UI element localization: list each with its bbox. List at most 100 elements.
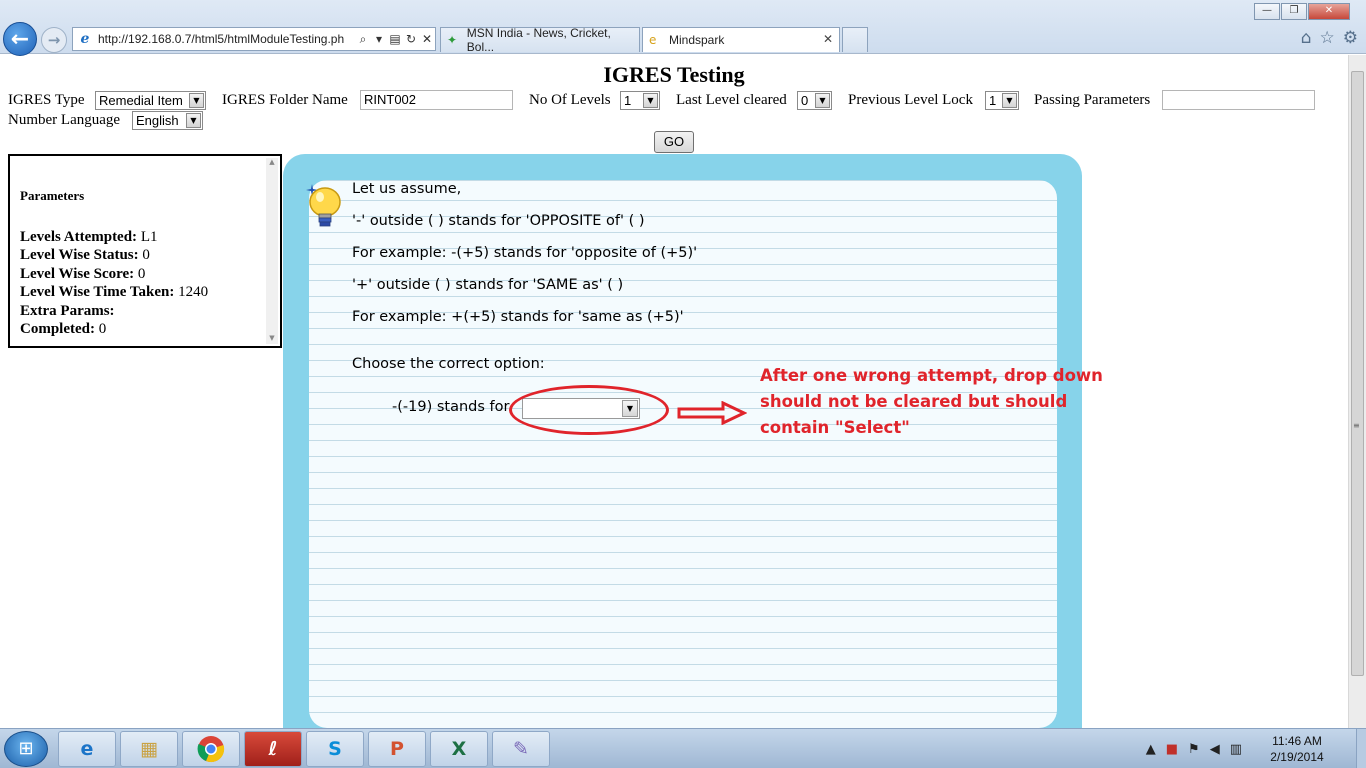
chrome-icon[interactable] (182, 731, 240, 767)
skype-icon[interactable]: S (306, 731, 364, 767)
levels-label: No Of Levels (529, 92, 611, 108)
annotation-text: After one wrong attempt, drop down shoul… (760, 363, 1103, 441)
go-button[interactable]: GO (654, 131, 694, 153)
param-row: Level Wise Score: 0 (20, 265, 208, 283)
chevron-down-icon: ▼ (186, 113, 201, 128)
chevron-up-icon[interactable]: ▲ (1146, 742, 1156, 757)
clock-time: 11:46 AM (1272, 734, 1322, 748)
browser-chrome: — ❐ ✕ ← → e http://192.168.0.7/html5/htm… (0, 0, 1366, 56)
prev-lock-select[interactable]: 1 ▼ (985, 91, 1019, 110)
passing-params-label: Passing Parameters (1034, 92, 1151, 108)
param-key: Levels Attempted: (20, 229, 138, 245)
prev-lock-value: 1 (989, 93, 997, 108)
annotation-ellipse (509, 385, 669, 435)
question-line: '-' outside ( ) stands for 'OPPOSITE of'… (352, 213, 645, 229)
refresh-icon[interactable]: ↻ (403, 32, 419, 46)
number-language-value: English (136, 113, 179, 128)
question-line: For example: +(+5) stands for 'same as (… (352, 309, 684, 325)
param-key: Level Wise Time Taken: (20, 284, 175, 301)
param-key: Completed: (20, 321, 95, 338)
passing-params-input[interactable] (1162, 90, 1315, 110)
folder-name-label: IGRES Folder Name (222, 92, 348, 108)
last-level-value: 0 (801, 93, 809, 108)
new-tab-button[interactable] (842, 27, 868, 52)
file-explorer-icon[interactable]: ▦ (120, 731, 178, 767)
ie-page-icon: e (649, 33, 657, 47)
param-value: L1 (140, 229, 158, 245)
chevron-down-icon: ▼ (815, 93, 830, 108)
close-tab-icon[interactable]: ✕ (823, 32, 833, 46)
back-button[interactable]: ← (3, 22, 37, 56)
parameters-heading: Parameters (20, 188, 85, 203)
msn-icon: ✦ (447, 33, 458, 47)
tab-msn[interactable]: ✦ MSN India - News, Cricket, Bol... (440, 27, 640, 52)
scroll-up-icon[interactable]: ▲ (266, 158, 278, 166)
last-level-select[interactable]: 0 ▼ (797, 91, 832, 110)
levels-select[interactable]: 1 ▼ (620, 91, 660, 110)
annotation-line: After one wrong attempt, drop down (760, 366, 1103, 385)
forward-button[interactable]: → (41, 27, 67, 53)
number-language-select[interactable]: English ▼ (132, 111, 203, 130)
param-value: 0 (142, 247, 150, 264)
speaker-icon[interactable]: ◀ (1210, 742, 1220, 757)
address-bar[interactable]: e http://192.168.0.7/html5/htmlModuleTes… (72, 27, 436, 51)
clock[interactable]: 11:46 AM 2/19/2014 (1252, 733, 1342, 765)
question-line: '+' outside ( ) stands for 'SAME as' ( ) (352, 277, 624, 293)
language-icon[interactable]: ■ (1166, 742, 1178, 757)
question-prompt: Choose the correct option: (352, 356, 545, 372)
close-window-button[interactable]: ✕ (1308, 3, 1350, 20)
igres-type-select[interactable]: Remedial Item ▼ (95, 91, 206, 110)
internet-explorer-icon[interactable]: e (58, 731, 116, 767)
lightbulb-icon (306, 184, 341, 227)
star-icon[interactable]: ☆ (1320, 28, 1335, 48)
tab-mindspark[interactable]: e Mindspark ✕ (642, 27, 840, 52)
parameters-panel: Parameters Levels Attempted: L1 Level Wi… (8, 154, 282, 348)
param-value: 0 (98, 321, 107, 338)
question-line: For example: -(+5) stands for 'opposite … (352, 245, 698, 261)
powerpoint-icon[interactable]: P (368, 731, 426, 767)
param-value: 0 (137, 265, 146, 282)
chevron-down-icon: ▼ (643, 93, 658, 108)
param-key: Extra Params: (20, 302, 115, 319)
network-icon[interactable]: ▥ (1230, 742, 1242, 757)
app-icon[interactable]: ℓ (244, 731, 302, 767)
param-row: Level Wise Time Taken: 1240 (20, 283, 208, 301)
param-row: Levels Attempted: L1 (20, 228, 208, 246)
ie-page-icon: e (80, 31, 90, 47)
tab-label: Mindspark (669, 33, 725, 47)
notebook-area (309, 180, 1057, 728)
annotation-line: should not be cleared but should (760, 392, 1068, 411)
window-controls: — ❐ ✕ (1254, 3, 1350, 20)
levels-value: 1 (624, 93, 632, 108)
param-row: Extra Params: (20, 302, 208, 320)
minimize-button[interactable]: — (1254, 3, 1280, 20)
question-line: Let us assume, (352, 181, 462, 197)
folder-name-input[interactable]: RINT002 (360, 90, 513, 110)
page-scrollbar[interactable]: ≡ (1348, 55, 1366, 728)
show-desktop-button[interactable] (1356, 729, 1366, 768)
clock-date: 2/19/2014 (1270, 750, 1324, 764)
parameters-scrollbar[interactable]: ▲ ▼ (266, 158, 278, 344)
last-level-label: Last Level cleared (676, 92, 787, 108)
home-icon[interactable]: ⌂ (1301, 28, 1312, 48)
param-key: Level Wise Score: (20, 265, 135, 282)
scroll-down-icon[interactable]: ▼ (266, 334, 278, 342)
param-row: Completed: 0 (20, 320, 208, 338)
taskbar: ⊞ e ▦ ℓ S P X ✎ ▲ ■ ⚑ ◀ ▥ 11:46 AM 2/19/… (0, 728, 1366, 768)
gear-icon[interactable]: ⚙ (1343, 28, 1358, 48)
restore-button[interactable]: ❐ (1281, 3, 1307, 20)
igres-type-label: IGRES Type (8, 92, 85, 108)
search-icon[interactable]: ⌕ (355, 32, 371, 47)
scrollbar-thumb[interactable] (1351, 71, 1364, 676)
parameters-list: Levels Attempted: L1 Level Wise Status: … (20, 228, 208, 338)
dropdown-icon[interactable]: ▾ (371, 32, 387, 46)
annotation-arrow-icon (677, 401, 747, 425)
param-key: Level Wise Status: (20, 247, 139, 264)
start-button[interactable]: ⊞ (4, 731, 48, 767)
paint-icon[interactable]: ✎ (492, 731, 550, 767)
flag-icon[interactable]: ⚑ (1188, 742, 1200, 757)
address-url[interactable]: http://192.168.0.7/html5/htmlModuleTesti… (94, 32, 355, 46)
compatibility-icon[interactable]: ▤ (387, 32, 403, 46)
stop-icon[interactable]: ✕ (419, 32, 435, 46)
excel-icon[interactable]: X (430, 731, 488, 767)
